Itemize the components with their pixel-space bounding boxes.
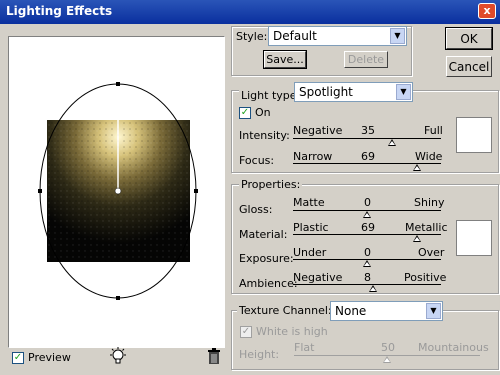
intensity-value: 35 — [361, 124, 375, 137]
focus-min: Narrow — [293, 150, 333, 163]
height-thumb[interactable] — [383, 356, 391, 363]
focus-thumb[interactable] — [413, 164, 421, 171]
texture-channel-value: None — [335, 304, 367, 318]
exposure-label: Exposure: — [239, 252, 294, 265]
window-title: Lighting Effects — [6, 4, 113, 18]
light-type-label: Light type: — [239, 89, 303, 102]
intensity-max: Full — [424, 124, 443, 137]
material-thumb[interactable] — [413, 235, 421, 242]
light-on-label: On — [255, 106, 271, 119]
light-color-swatch[interactable] — [456, 117, 492, 153]
intensity-slider[interactable] — [293, 138, 441, 139]
top-handle[interactable] — [116, 82, 120, 86]
ambience-label: Ambience: — [239, 277, 298, 290]
intensity-label: Intensity: — [239, 129, 290, 142]
light-center-handle[interactable] — [114, 187, 122, 195]
ambience-slider[interactable] — [293, 284, 441, 285]
ambience-max: Positive — [404, 271, 447, 284]
delete-button[interactable]: Delete — [344, 51, 388, 68]
title-bar: Lighting Effects x — [0, 0, 500, 24]
white-is-high-checkbox[interactable]: ✓ — [240, 326, 252, 338]
left-handle[interactable] — [38, 189, 42, 193]
texture-channel-select[interactable]: None ▼ — [330, 301, 443, 321]
material-label: Material: — [239, 228, 288, 241]
chevron-down-icon[interactable]: ▼ — [390, 28, 405, 44]
focus-label: Focus: — [239, 154, 275, 167]
height-value: 50 — [381, 341, 395, 354]
bottom-handle[interactable] — [116, 296, 120, 300]
ambience-thumb[interactable] — [369, 285, 377, 292]
intensity-thumb[interactable] — [388, 139, 396, 146]
height-min: Flat — [294, 341, 315, 354]
gloss-thumb[interactable] — [363, 211, 371, 218]
exposure-max: Over — [418, 246, 445, 259]
focus-value: 69 — [361, 150, 375, 163]
height-max: Mountainous — [418, 341, 489, 354]
preview-canvas[interactable] — [9, 37, 224, 347]
material-max: Metallic — [405, 221, 448, 234]
gloss-value: 0 — [364, 196, 371, 209]
style-select[interactable]: Default ▼ — [268, 26, 407, 46]
exposure-value: 0 — [364, 246, 371, 259]
texture-channel-label: Texture Channel: — [237, 304, 334, 317]
preview-checkbox[interactable]: ✓ — [12, 352, 24, 364]
light-on-checkbox[interactable]: ✓ — [239, 107, 251, 119]
preview-label: Preview — [28, 351, 71, 364]
ambience-value: 8 — [364, 271, 371, 284]
gloss-max: Shiny — [414, 196, 445, 209]
preview-panel[interactable] — [8, 36, 225, 348]
white-is-high-label: White is high — [256, 325, 328, 338]
material-value: 69 — [361, 221, 375, 234]
chevron-down-icon[interactable]: ▼ — [396, 84, 411, 100]
exposure-min: Under — [293, 246, 327, 259]
exposure-thumb[interactable] — [363, 260, 371, 267]
style-value: Default — [273, 29, 317, 43]
focus-max: Wide — [415, 150, 443, 163]
gloss-label: Gloss: — [239, 203, 273, 216]
gloss-min: Matte — [293, 196, 325, 209]
light-bulb-icon[interactable] — [109, 347, 127, 367]
intensity-min: Negative — [293, 124, 343, 137]
ambient-color-swatch[interactable] — [456, 220, 492, 256]
chevron-down-icon[interactable]: ▼ — [426, 303, 441, 319]
style-label: Style: — [236, 30, 268, 43]
light-type-select[interactable]: Spotlight ▼ — [294, 82, 413, 102]
properties-label: Properties: — [239, 178, 303, 191]
close-button[interactable]: x — [478, 3, 496, 19]
ok-button[interactable]: OK — [445, 27, 493, 50]
height-label: Height: — [239, 348, 280, 361]
right-handle[interactable] — [194, 189, 198, 193]
ambience-min: Negative — [293, 271, 343, 284]
cancel-button[interactable]: Cancel — [446, 56, 492, 77]
light-type-value: Spotlight — [299, 85, 353, 99]
trash-icon[interactable] — [207, 348, 221, 365]
save-button[interactable]: Save... — [263, 50, 307, 69]
material-min: Plastic — [293, 221, 329, 234]
